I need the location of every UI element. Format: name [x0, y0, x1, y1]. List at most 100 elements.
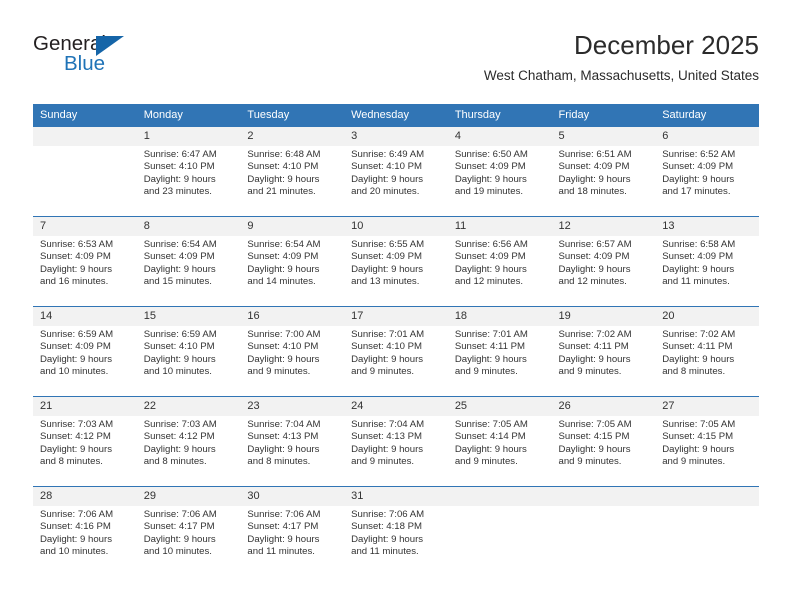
day-number: 26: [551, 397, 656, 416]
calendar-day-cell[interactable]: 14 Sunrise: 6:59 AM Sunset: 4:09 PM Dayligh…: [33, 306, 137, 397]
sunset-time: Sunset: 4:10 PM: [143, 161, 215, 173]
sunrise-time: Sunrise: 6:51 AM: [558, 149, 632, 160]
daylight-duration-line1: Daylight: 9 hours: [351, 263, 424, 275]
calendar-day-cell[interactable]: 9 Sunrise: 6:54 AM Sunset: 4:09 PM Daylight…: [240, 216, 345, 307]
day-details: Sunrise: 6:55 AM Sunset: 4:09 PM Daylight:…: [344, 236, 448, 289]
sunset-time: Sunset: 4:18 PM: [351, 521, 423, 533]
sunrise-time: Sunrise: 7:02 AM: [662, 329, 736, 340]
daylight-duration-line2: and 18 minutes.: [558, 186, 627, 198]
sunset-time: Sunset: 4:10 PM: [351, 341, 423, 353]
daylight-duration-line1: Daylight: 9 hours: [558, 353, 631, 365]
daylight-duration-line1: Daylight: 9 hours: [143, 263, 216, 275]
sunrise-time: Sunrise: 6:58 AM: [662, 239, 736, 250]
day-details: Sunrise: 7:05 AM Sunset: 4:15 PM Daylight:…: [655, 416, 759, 469]
page-title: December 2025: [574, 30, 759, 60]
calendar-day-cell[interactable]: 22 Sunrise: 7:03 AM Sunset: 4:12 PM Dayligh…: [136, 396, 241, 487]
day-cell-inner: 6 Sunrise: 6:52 AM Sunset: 4:09 PM Daylight…: [655, 127, 759, 216]
calendar-day-cell[interactable]: 26 Sunrise: 7:05 AM Sunset: 4:15 PM Dayligh…: [551, 396, 656, 487]
sunset-time: Sunset: 4:12 PM: [40, 431, 111, 443]
day-details: Sunrise: 7:01 AM Sunset: 4:10 PM Daylight:…: [344, 326, 448, 379]
day-details: Sunrise: 6:59 AM Sunset: 4:10 PM Daylight:…: [137, 326, 241, 379]
sunset-time: Sunset: 4:15 PM: [662, 431, 734, 443]
day-number: 3: [344, 127, 448, 146]
day-details: Sunrise: 7:02 AM Sunset: 4:11 PM Daylight:…: [655, 326, 759, 379]
daylight-duration-line1: Daylight: 9 hours: [454, 443, 527, 455]
day-cell-inner: 20 Sunrise: 7:02 AM Sunset: 4:11 PM Dayligh…: [655, 307, 759, 396]
day-cell-inner: [447, 487, 552, 576]
calendar-day-cell[interactable]: 31 Sunrise: 7:06 AM Sunset: 4:18 PM Dayligh…: [344, 486, 448, 576]
daylight-duration-line2: and 8 minutes.: [247, 456, 311, 468]
calendar-day-cell[interactable]: 17 Sunrise: 7:01 AM Sunset: 4:10 PM Dayligh…: [344, 306, 448, 397]
daylight-duration-line2: and 12 minutes.: [558, 276, 627, 288]
day-number: 23: [240, 397, 345, 416]
day-number: 21: [33, 397, 137, 416]
calendar-day-cell[interactable]: 7 Sunrise: 6:53 AM Sunset: 4:09 PM Daylight…: [33, 216, 137, 307]
daylight-duration-line1: Daylight: 9 hours: [143, 443, 216, 455]
calendar-day-cell[interactable]: 13 Sunrise: 6:58 AM Sunset: 4:09 PM Dayligh…: [655, 216, 759, 307]
calendar-day-cell[interactable]: 27 Sunrise: 7:05 AM Sunset: 4:15 PM Dayligh…: [655, 396, 759, 487]
day-details: Sunrise: 7:05 AM Sunset: 4:14 PM Daylight:…: [448, 416, 552, 469]
daylight-duration-line1: Daylight: 9 hours: [40, 263, 112, 275]
calendar-day-cell[interactable]: 16 Sunrise: 7:00 AM Sunset: 4:10 PM Dayligh…: [240, 306, 345, 397]
day-cell-inner: 17 Sunrise: 7:01 AM Sunset: 4:10 PM Dayligh…: [344, 307, 448, 396]
sunrise-time: Sunrise: 7:01 AM: [351, 329, 425, 340]
calendar-day-cell[interactable]: 30 Sunrise: 7:06 AM Sunset: 4:17 PM Dayligh…: [240, 486, 345, 576]
day-number: 12: [551, 217, 656, 236]
day-cell-inner: 12 Sunrise: 6:57 AM Sunset: 4:09 PM Dayligh…: [551, 217, 656, 306]
calendar-day-cell[interactable]: 5 Sunrise: 6:51 AM Sunset: 4:09 PM Daylight…: [551, 127, 656, 217]
calendar-day-cell[interactable]: 12 Sunrise: 6:57 AM Sunset: 4:09 PM Dayligh…: [551, 216, 656, 307]
daylight-duration-line1: Daylight: 9 hours: [351, 443, 424, 455]
daylight-duration-line2: and 21 minutes.: [247, 186, 316, 198]
day-details: Sunrise: 6:48 AM Sunset: 4:10 PM Daylight:…: [240, 146, 344, 199]
day-number: 14: [33, 307, 137, 326]
day-number: 22: [136, 397, 241, 416]
sunrise-time: Sunrise: 6:53 AM: [40, 239, 114, 250]
day-cell-inner: 2 Sunrise: 6:48 AM Sunset: 4:10 PM Daylight…: [240, 127, 345, 216]
calendar-week-row: 1 Sunrise: 6:47 AM Sunset: 4:10 PM Daylight…: [33, 127, 759, 217]
calendar-day-cell[interactable]: 23 Sunrise: 7:04 AM Sunset: 4:13 PM Dayligh…: [240, 396, 345, 487]
calendar-day-cell[interactable]: 20 Sunrise: 7:02 AM Sunset: 4:11 PM Dayligh…: [655, 306, 759, 397]
calendar-day-cell[interactable]: 25 Sunrise: 7:05 AM Sunset: 4:14 PM Dayligh…: [447, 396, 552, 487]
day-number: 5: [551, 127, 656, 146]
calendar-day-cell[interactable]: 10 Sunrise: 6:55 AM Sunset: 4:09 PM Dayligh…: [344, 216, 448, 307]
calendar-day-cell[interactable]: 21 Sunrise: 7:03 AM Sunset: 4:12 PM Dayligh…: [33, 396, 137, 487]
calendar-day-cell[interactable]: 1 Sunrise: 6:47 AM Sunset: 4:10 PM Daylight…: [136, 127, 241, 217]
weekday-header-thursday: Thursday: [447, 104, 552, 127]
calendar-day-cell[interactable]: 4 Sunrise: 6:50 AM Sunset: 4:09 PM Daylight…: [447, 127, 552, 217]
day-cell-inner: 30 Sunrise: 7:06 AM Sunset: 4:17 PM Dayligh…: [240, 487, 345, 576]
day-cell-inner: 26 Sunrise: 7:05 AM Sunset: 4:15 PM Dayligh…: [551, 397, 656, 486]
calendar-body: 1 Sunrise: 6:47 AM Sunset: 4:10 PM Daylight…: [33, 127, 759, 576]
day-number: 27: [655, 397, 759, 416]
day-cell-inner: 7 Sunrise: 6:53 AM Sunset: 4:09 PM Daylight…: [33, 217, 137, 306]
daylight-duration-line2: and 19 minutes.: [454, 186, 524, 198]
day-details: Sunrise: 7:03 AM Sunset: 4:12 PM Daylight:…: [33, 416, 137, 469]
calendar-day-cell[interactable]: 28 Sunrise: 7:06 AM Sunset: 4:16 PM Dayligh…: [33, 486, 137, 576]
location-subtitle: West Chatham, Massachusetts, United Stat…: [483, 68, 759, 83]
sunset-time: Sunset: 4:09 PM: [247, 251, 319, 263]
day-number: 18: [447, 307, 552, 326]
calendar-day-cell[interactable]: 6 Sunrise: 6:52 AM Sunset: 4:09 PM Daylight…: [655, 127, 759, 217]
sunrise-time: Sunrise: 7:05 AM: [454, 419, 528, 430]
calendar-day-cell[interactable]: 11 Sunrise: 6:56 AM Sunset: 4:09 PM Dayligh…: [447, 216, 552, 307]
day-number: 20: [655, 307, 759, 326]
calendar-day-cell[interactable]: 24 Sunrise: 7:04 AM Sunset: 4:13 PM Dayligh…: [344, 396, 448, 487]
day-cell-inner: 25 Sunrise: 7:05 AM Sunset: 4:14 PM Dayligh…: [447, 397, 552, 486]
sunset-time: Sunset: 4:09 PM: [558, 161, 630, 173]
weekday-header-wednesday: Wednesday: [344, 104, 448, 127]
daylight-duration-line2: and 23 minutes.: [143, 186, 212, 198]
calendar-day-cell[interactable]: 18 Sunrise: 7:01 AM Sunset: 4:11 PM Dayligh…: [447, 306, 552, 397]
calendar-day-cell[interactable]: 15 Sunrise: 6:59 AM Sunset: 4:10 PM Dayligh…: [136, 306, 241, 397]
day-details: Sunrise: 7:04 AM Sunset: 4:13 PM Daylight:…: [344, 416, 448, 469]
calendar-day-cell-empty: [655, 486, 759, 576]
sunrise-time: Sunrise: 7:06 AM: [40, 509, 114, 520]
weekday-header-saturday: Saturday: [655, 104, 759, 127]
calendar-day-cell[interactable]: 2 Sunrise: 6:48 AM Sunset: 4:10 PM Daylight…: [240, 127, 345, 217]
sunset-time: Sunset: 4:13 PM: [247, 431, 319, 443]
calendar-day-cell[interactable]: 3 Sunrise: 6:49 AM Sunset: 4:10 PM Daylight…: [344, 127, 448, 217]
calendar-day-cell[interactable]: 29 Sunrise: 7:06 AM Sunset: 4:17 PM Dayligh…: [136, 486, 241, 576]
day-details: Sunrise: 6:54 AM Sunset: 4:09 PM Daylight:…: [240, 236, 344, 289]
day-cell-inner: 29 Sunrise: 7:06 AM Sunset: 4:17 PM Dayligh…: [136, 487, 241, 576]
calendar-day-cell[interactable]: 19 Sunrise: 7:02 AM Sunset: 4:11 PM Dayligh…: [551, 306, 656, 397]
day-number: 25: [447, 397, 552, 416]
calendar-day-cell[interactable]: 8 Sunrise: 6:54 AM Sunset: 4:09 PM Daylight…: [136, 216, 241, 307]
